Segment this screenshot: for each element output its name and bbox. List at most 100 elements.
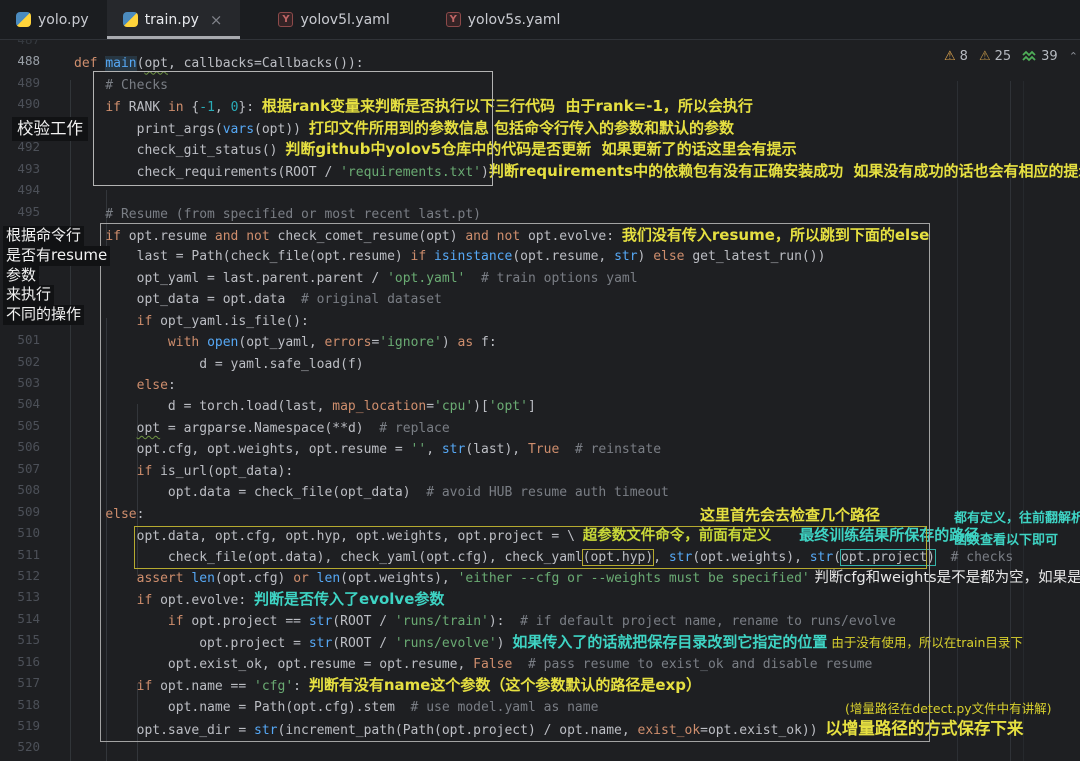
code-line[interactable]: 505 opt = argparse.Namespace(**d) # repl…	[0, 418, 1080, 439]
code-segment: opt.project)	[840, 548, 936, 566]
line-number[interactable]: 501	[0, 332, 40, 347]
line-number[interactable]: 510	[0, 525, 40, 540]
code-segment: str	[308, 613, 333, 629]
code-segment: =	[426, 399, 435, 415]
code-line[interactable]: 489 # Checks	[0, 75, 1080, 96]
line-number[interactable]: 488	[0, 53, 40, 68]
code-line[interactable]: 504 d = torch.load(last, map_location='c…	[0, 396, 1080, 417]
tab-train-py[interactable]: train.py ×	[106, 0, 241, 39]
line-number[interactable]: 505	[0, 418, 40, 433]
code-text: if opt.name == 'cfg': 判断有没有name这个参数（这个参数…	[0, 675, 1080, 697]
code-segment: (opt.weights),	[340, 570, 458, 586]
line-number[interactable]: 490	[0, 96, 40, 111]
tab-yolov5l-yaml[interactable]: Yyolov5l.yaml	[262, 0, 407, 39]
code-segment: :	[293, 679, 309, 695]
code-line[interactable]: 509 else:	[0, 504, 1080, 525]
code-line[interactable]: 488 def main(opt, callbacks=Callbacks()):	[0, 53, 1080, 74]
code-line[interactable]: 500 if opt_yaml.is_file():	[0, 311, 1080, 332]
code-segment: map_location	[332, 399, 427, 415]
code-line[interactable]: 493 check_requirements(ROOT / 'requireme…	[0, 161, 1080, 182]
code-line[interactable]: 520	[0, 739, 1080, 760]
line-number[interactable]: 519	[0, 718, 40, 733]
code-line[interactable]: 502 d = yaml.safe_load(f)	[0, 354, 1080, 375]
code-line[interactable]: 515 opt.project = str(ROOT / 'runs/evolv…	[0, 632, 1080, 653]
code-line[interactable]: 508 opt.data = check_file(opt_data) # av…	[0, 482, 1080, 503]
tab-label: train.py	[144, 11, 199, 28]
line-number[interactable]: 489	[0, 75, 40, 90]
code-line[interactable]: 501 with open(opt_yaml, errors='ignore')…	[0, 332, 1080, 353]
code-segment: vars	[222, 121, 255, 137]
line-number[interactable]: 508	[0, 482, 40, 497]
line-number[interactable]: 509	[0, 504, 40, 519]
code-line[interactable]: 492 check_git_status() 判断github中yolov5仓库…	[0, 139, 1080, 160]
typo-count[interactable]: 39	[1022, 49, 1058, 64]
error-count[interactable]: ⚠ 8	[944, 49, 968, 64]
code-segment: check_requirements(ROOT /	[74, 164, 341, 180]
code-line[interactable]: 506 opt.cfg, opt.weights, opt.resume = '…	[0, 439, 1080, 460]
code-text: opt.project = str(ROOT / 'runs/evolve') …	[0, 632, 1080, 654]
code-line[interactable]: 497 last = Path(check_file(opt.resume) i…	[0, 246, 1080, 267]
inspections-widget[interactable]: ⚠ 8 ⚠ 25 39 ⌃	[944, 46, 1078, 66]
code-segment: False	[473, 656, 513, 672]
code-segment: True	[527, 442, 560, 458]
line-number[interactable]: 492	[0, 139, 40, 154]
code-segment: str	[254, 723, 278, 738]
code-line[interactable]: 516 opt.exist_ok, opt.resume = opt.resum…	[0, 654, 1080, 675]
code-segment: last = Path(check_file(opt.resume)	[74, 249, 411, 265]
line-number[interactable]: 493	[0, 161, 40, 176]
line-number[interactable]: 515	[0, 632, 40, 647]
code-text: check_file(opt.data), check_yaml(opt.cfg…	[0, 547, 1080, 568]
tab-yolov5s-yaml[interactable]: Yyolov5s.yaml	[430, 0, 579, 39]
line-number[interactable]: 520	[0, 739, 40, 754]
line-number[interactable]: 506	[0, 439, 40, 454]
code-line[interactable]: 511 check_file(opt.data), check_yaml(opt…	[0, 547, 1080, 568]
code-line[interactable]: 498 opt_yaml = last.parent.parent / 'opt…	[0, 268, 1080, 289]
code-text: else:	[0, 375, 1080, 396]
code-segment: opt.exist_ok, opt.resume = opt.resume,	[74, 656, 474, 672]
code-line[interactable]: 490 if RANK in {-1, 0}: 根据rank变量来判断是否执行以…	[0, 96, 1080, 117]
code-segment: if	[167, 613, 192, 629]
line-number[interactable]: 513	[0, 589, 40, 604]
line-number[interactable]: 504	[0, 396, 40, 411]
code-line[interactable]: 494	[0, 182, 1080, 203]
code-line[interactable]: 491 print_args(vars(opt)) 打印文件所用到的参数信息 包…	[0, 118, 1080, 139]
code-segment: 'opt.yaml'	[387, 270, 466, 286]
line-number[interactable]: 494	[0, 182, 40, 197]
chevron-up-icon[interactable]: ⌃	[1069, 50, 1078, 63]
line-number[interactable]: 516	[0, 654, 40, 669]
line-number[interactable]: 514	[0, 611, 40, 626]
close-icon[interactable]: ×	[210, 11, 223, 29]
line-number[interactable]: 518	[0, 697, 40, 712]
code-line[interactable]: 510 opt.data, opt.cfg, opt.hyp, opt.weig…	[0, 525, 1080, 546]
code-text: if opt.evolve: 判断是否传入了evolve参数	[0, 589, 1080, 611]
code-line[interactable]: 519 opt.save_dir = str(increment_path(Pa…	[0, 718, 1080, 739]
typo-count-label: 39	[1041, 48, 1058, 64]
line-number[interactable]: 507	[0, 461, 40, 476]
code-line[interactable]: 496 if opt.resume and not check_comet_re…	[0, 225, 1080, 246]
warning-count-label: 25	[994, 48, 1012, 64]
note-increment-path-detect: (增量路径在detect.py文件中有讲解)	[845, 701, 1052, 716]
line-number[interactable]: 511	[0, 547, 40, 562]
code-line[interactable]: 503 else:	[0, 375, 1080, 396]
code-line[interactable]: 512 assert len(opt.cfg) or len(opt.weigh…	[0, 568, 1080, 589]
tab-yolo-py[interactable]: yolo.py	[0, 0, 107, 39]
code-line[interactable]: 514 if opt.project == str(ROOT / 'runs/t…	[0, 611, 1080, 632]
line-number[interactable]: 517	[0, 675, 40, 690]
line-number[interactable]: 512	[0, 568, 40, 583]
yaml-icon: Y	[278, 12, 294, 27]
code-line[interactable]: 507 if is_url(opt_data):	[0, 461, 1080, 482]
code-line[interactable]: 495 # Resume (from specified or most rec…	[0, 204, 1080, 225]
line-number[interactable]: 495	[0, 204, 40, 219]
code-text: # Resume (from specified or most recent …	[0, 204, 1080, 225]
code-line[interactable]: 513 if opt.evolve: 判断是否传入了evolve参数	[0, 589, 1080, 610]
code-line[interactable]: 517 if opt.name == 'cfg': 判断有没有name这个参数（…	[0, 675, 1080, 696]
code-lines-container: 487488def main(opt, callbacks=Callbacks(…	[0, 32, 1080, 761]
line-number[interactable]: 502	[0, 354, 40, 369]
code-segment: with	[167, 335, 208, 351]
code-line[interactable]: 499 opt_data = opt.data # original datas…	[0, 289, 1080, 310]
line-number[interactable]: 503	[0, 375, 40, 390]
code-segment: get_latest_run())	[692, 249, 826, 265]
warning-count[interactable]: ⚠ 25	[979, 49, 1011, 64]
code-segment: opt.data, opt.cfg, opt.hyp, opt.weights,…	[74, 529, 583, 545]
